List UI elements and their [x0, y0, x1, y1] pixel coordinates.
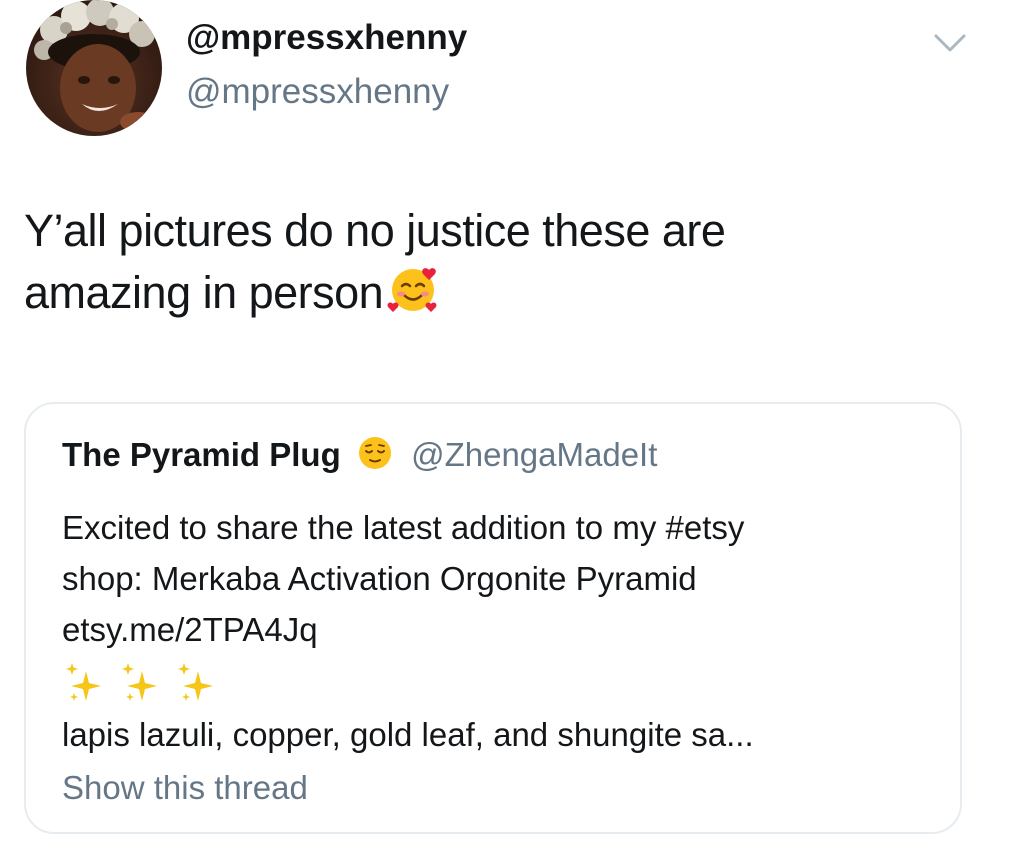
sparkles-icon: [62, 657, 942, 709]
quoted-link[interactable]: etsy.me/2TPA4Jq: [62, 604, 942, 655]
quoted-user-handle: @ZhengaMadeIt: [411, 436, 658, 473]
quoted-tweet-text: Excited to share the latest addition to …: [62, 502, 942, 760]
display-name[interactable]: @mpressxhenny: [186, 18, 467, 58]
chevron-down-icon[interactable]: [930, 28, 970, 58]
tweet-text-line: amazing in person: [24, 262, 964, 332]
relieved-face-icon: [356, 434, 394, 481]
tweet-text: Y’all pictures do no justice these are a…: [24, 200, 964, 332]
quoted-display-name: The Pyramid Plug: [62, 436, 341, 473]
quoted-text-line: Excited to share the latest addition to …: [62, 509, 745, 546]
show-thread-link[interactable]: Show this thread: [62, 768, 308, 808]
tweet-card: @mpressxhenny @mpressxhenny Y’all pictur…: [0, 0, 1016, 852]
quoted-text-line: shop: Merkaba Activation Orgonite Pyrami…: [62, 560, 697, 597]
avatar[interactable]: [26, 0, 162, 136]
quoted-tweet-header: The Pyramid Plug @ZhengaMadeIt: [62, 434, 657, 481]
smiling-face-with-hearts-icon: [387, 264, 439, 332]
user-handle[interactable]: @mpressxhenny: [186, 72, 449, 112]
quoted-text-line: lapis lazuli, copper, gold leaf, and shu…: [62, 716, 754, 753]
quoted-tweet[interactable]: The Pyramid Plug @ZhengaMadeIt Excited t…: [24, 402, 962, 834]
tweet-text-line: Y’all pictures do no justice these are: [24, 205, 726, 256]
